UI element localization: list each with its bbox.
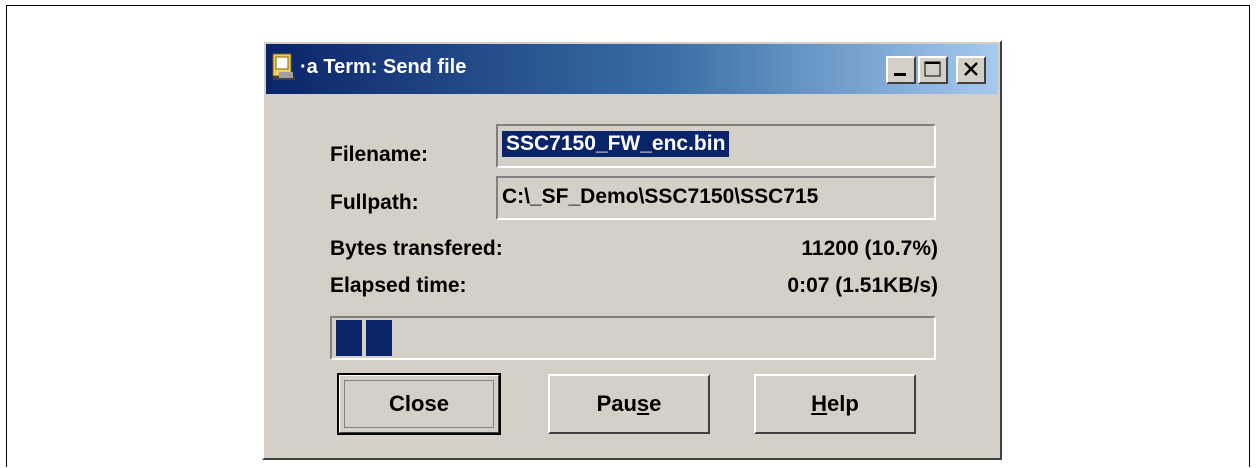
help-button-label: Help [811, 391, 859, 416]
bytes-transferred-value: 11200 (10.7%) [801, 237, 938, 260]
progress-block [336, 320, 362, 356]
close-window-button[interactable] [956, 56, 986, 84]
maximize-icon [924, 61, 941, 77]
filename-label: Filename: [330, 143, 429, 166]
elapsed-time-label: Elapsed time: [330, 274, 467, 297]
app-icon [271, 52, 297, 82]
close-icon [964, 62, 978, 76]
fullpath-label: Fullpath: [330, 191, 419, 214]
filename-value: SSC7150_FW_enc.bin [502, 131, 730, 157]
pause-button[interactable]: Pause [548, 374, 710, 434]
progress-bar [330, 316, 936, 360]
maximize-button[interactable] [918, 56, 948, 84]
title-bar[interactable]: ·a Term: Send file [266, 44, 998, 94]
minimize-button[interactable] [886, 56, 916, 84]
filename-field[interactable]: SSC7150_FW_enc.bin [496, 124, 936, 168]
window-title: ·a Term: Send file [300, 56, 467, 78]
minimize-icon [894, 73, 906, 76]
pause-button-label: Pause [596, 391, 662, 416]
progress-track [334, 320, 932, 356]
close-button-label: Close [389, 391, 449, 416]
progress-block [366, 320, 392, 356]
help-button[interactable]: Help [754, 374, 916, 434]
bytes-transferred-label: Bytes transfered: [330, 237, 503, 260]
fullpath-value: C:\_SF_Demo\SSC7150\SSC715 [502, 185, 819, 208]
send-file-dialog: ·a Term: Send file Filename: SSC7150_FW_… [262, 40, 1002, 460]
elapsed-time-value: 0:07 (1.51KB/s) [787, 274, 938, 297]
fullpath-field[interactable]: C:\_SF_Demo\SSC7150\SSC715 [496, 176, 936, 220]
close-button[interactable]: Close [337, 373, 501, 435]
